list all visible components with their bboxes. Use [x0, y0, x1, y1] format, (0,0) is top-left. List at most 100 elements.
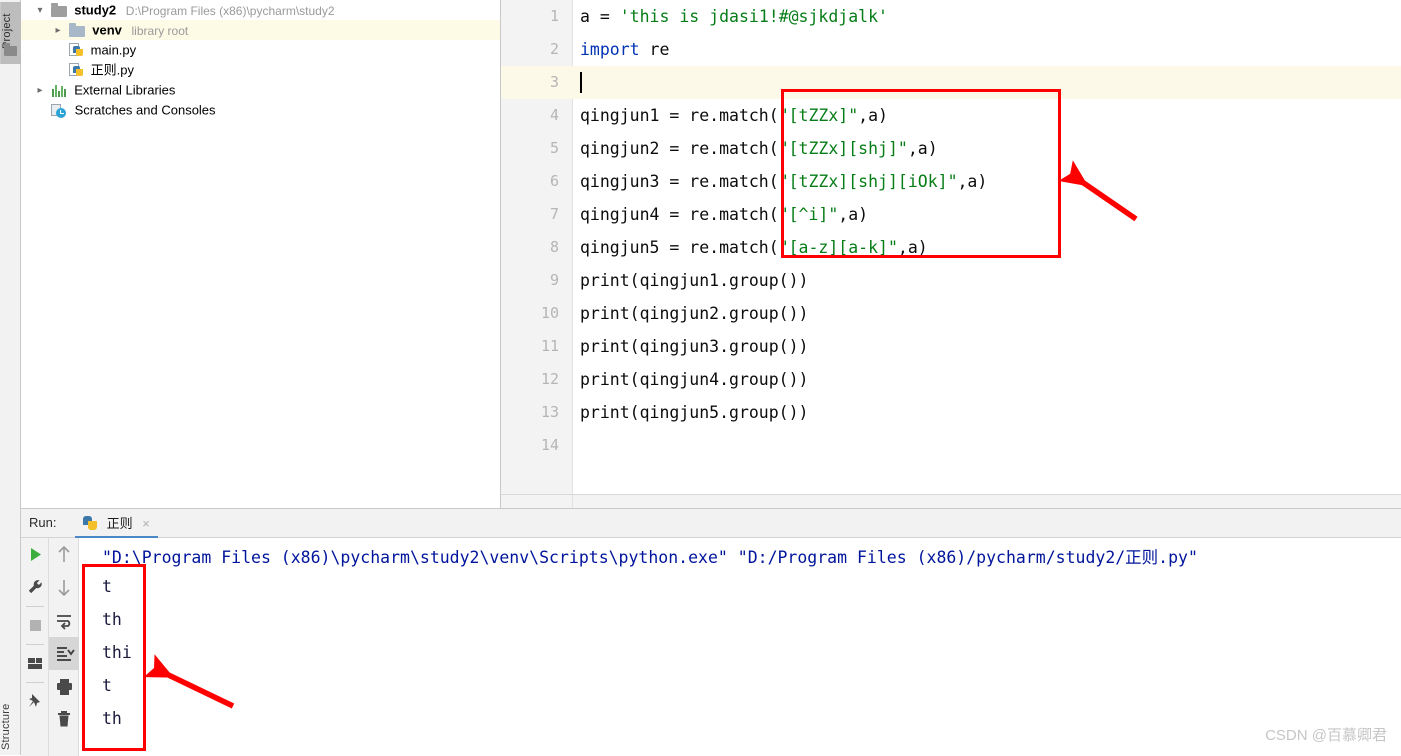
python-file-icon	[69, 63, 83, 78]
editor-line[interactable]: 3	[501, 66, 1401, 99]
line-number: 7	[549, 205, 559, 223]
line-text: print(qingjun2.group())	[580, 304, 809, 323]
run-label: Run:	[29, 515, 57, 530]
line-text: qingjun1 = re.match("[tZZx]",a)	[580, 106, 888, 125]
line-number: 3	[549, 73, 559, 91]
line-text: qingjun2 = re.match("[tZZx][shj]",a)	[580, 139, 938, 158]
line-text: a = 'this is jdasi1!#@sjkdjalk'	[580, 7, 888, 26]
chevron-down-icon[interactable]	[33, 0, 47, 21]
editor-line[interactable]: 12 print(qingjun4.group())	[501, 363, 1401, 396]
tree-item-label: External Libraries	[74, 82, 176, 98]
external-libraries-icon	[51, 84, 67, 98]
editor-line[interactable]: 8 qingjun5 = re.match("[a-z][a-k]",a)	[501, 231, 1401, 264]
chevron-right-icon[interactable]	[51, 20, 65, 41]
project-folder-icon	[4, 43, 17, 56]
line-text: import re	[580, 40, 670, 59]
line-text: print(qingjun4.group())	[580, 370, 809, 389]
line-text: qingjun4 = re.match("[^i]",a)	[580, 205, 869, 224]
toolbar-divider	[26, 644, 44, 645]
chevron-right-icon[interactable]	[33, 80, 47, 101]
tree-item-study2[interactable]: study2 D:\Program Files (x86)\pycharm\st…	[21, 0, 500, 20]
tree-item-sublabel: D:\Program Files (x86)\pycharm\study2	[125, 3, 335, 18]
pin-button[interactable]	[21, 685, 49, 718]
line-number: 5	[549, 139, 559, 157]
editor-code-area[interactable]: 1 a = 'this is jdasi1!#@sjkdjalk' 2 import …	[501, 0, 1401, 508]
run-toolbar-left[interactable]	[21, 538, 49, 756]
tree-item-sublabel: library root	[131, 23, 189, 38]
editor-line[interactable]: 7 qingjun4 = re.match("[^i]",a)	[501, 198, 1401, 231]
line-text: print(qingjun5.group())	[580, 403, 809, 422]
line-number: 14	[540, 436, 559, 454]
text-caret	[580, 72, 582, 93]
run-tool-window: Run: 正则 × "D:\Program Files (x86)\pychar…	[21, 508, 1401, 756]
toolbar-divider	[26, 606, 44, 607]
editor-line[interactable]: 4 qingjun1 = re.match("[tZZx]",a)	[501, 99, 1401, 132]
editor-line[interactable]: 2 import re	[501, 33, 1401, 66]
line-number: 12	[540, 370, 559, 388]
editor-line[interactable]: 6 qingjun3 = re.match("[tZZx][shj][iOk]",…	[501, 165, 1401, 198]
layout-button[interactable]	[21, 647, 49, 680]
line-number: 4	[549, 106, 559, 124]
line-number: 1	[549, 7, 559, 25]
line-number: 6	[549, 172, 559, 190]
tree-item-external-libraries[interactable]: External Libraries	[21, 80, 500, 100]
line-number: 8	[549, 238, 559, 256]
editor-line[interactable]: 5 qingjun2 = re.match("[tZZx][shj]",a)	[501, 132, 1401, 165]
run-button[interactable]	[21, 538, 49, 571]
folder-blue-icon	[68, 22, 85, 37]
console-output-line: th	[102, 610, 122, 629]
scroll-to-end-button[interactable]	[49, 637, 79, 670]
tree-item-label: venv	[92, 22, 122, 38]
python-file-icon	[69, 43, 83, 58]
python-icon	[83, 516, 98, 531]
editor-line[interactable]: 11 print(qingjun3.group())	[501, 330, 1401, 363]
line-text: print(qingjun1.group())	[580, 271, 809, 290]
run-toolbar-right[interactable]	[49, 538, 79, 756]
line-text: qingjun5 = re.match("[a-z][a-k]",a)	[580, 238, 928, 257]
tree-item-main-py[interactable]: main.py	[21, 40, 500, 60]
line-number: 10	[540, 304, 559, 322]
editor-line[interactable]: 14	[501, 429, 1401, 462]
run-tab-label: 正则	[106, 516, 133, 531]
clear-all-button[interactable]	[49, 703, 79, 736]
editor-line[interactable]: 1 a = 'this is jdasi1!#@sjkdjalk'	[501, 0, 1401, 33]
console-output-line: th	[102, 709, 122, 728]
next-occurrence-button[interactable]	[49, 571, 79, 604]
editor-line[interactable]: 9 print(qingjun1.group())	[501, 264, 1401, 297]
line-number: 9	[549, 271, 559, 289]
stop-button[interactable]	[21, 609, 49, 642]
tree-item-label: 正则.py	[90, 62, 134, 78]
scratches-icon	[51, 103, 67, 118]
project-tree-panel[interactable]: study2 D:\Program Files (x86)\pycharm\st…	[21, 0, 501, 508]
soft-wrap-button[interactable]	[49, 604, 79, 637]
tree-item-label: main.py	[90, 42, 137, 58]
pycharm-window: Project Structure study2 D:\Program File…	[0, 0, 1401, 756]
line-text: qingjun3 = re.match("[tZZx][shj][iOk]",a…	[580, 172, 988, 191]
tree-item-zhengze-py[interactable]: 正则.py	[21, 60, 500, 80]
toolbar-divider	[26, 682, 44, 683]
console-output-line: thi	[102, 643, 132, 662]
console-output-line: t	[102, 676, 112, 695]
console-output[interactable]: "D:\Program Files (x86)\pycharm\study2\v…	[80, 538, 1401, 755]
watermark: CSDN @百慕卿君	[1265, 727, 1387, 744]
code-editor[interactable]: 1 a = 'this is jdasi1!#@sjkdjalk' 2 import …	[501, 0, 1401, 508]
run-tab-zhengze[interactable]: 正则 ×	[75, 509, 158, 538]
editor-bottom-strip	[501, 494, 1401, 508]
line-number: 2	[549, 40, 559, 58]
tool-tab-structure[interactable]: Structure	[0, 701, 21, 753]
print-button[interactable]	[49, 670, 79, 703]
settings-button[interactable]	[21, 571, 49, 604]
tree-item-venv[interactable]: venv library root	[21, 20, 500, 40]
left-tool-strip: Project Structure	[0, 0, 21, 755]
line-number: 11	[540, 337, 559, 355]
close-icon[interactable]: ×	[142, 516, 150, 531]
editor-line[interactable]: 10 print(qingjun2.group())	[501, 297, 1401, 330]
tree-item-label: Scratches and Consoles	[74, 102, 216, 118]
line-number: 13	[540, 403, 559, 421]
prev-occurrence-button[interactable]	[49, 538, 79, 571]
console-output-line: t	[102, 577, 112, 596]
run-panel-header: Run: 正则 ×	[21, 509, 1401, 538]
editor-line[interactable]: 13 print(qingjun5.group())	[501, 396, 1401, 429]
tree-item-scratches-and-consoles[interactable]: Scratches and Consoles	[21, 100, 500, 120]
folder-grey-icon	[50, 2, 67, 17]
